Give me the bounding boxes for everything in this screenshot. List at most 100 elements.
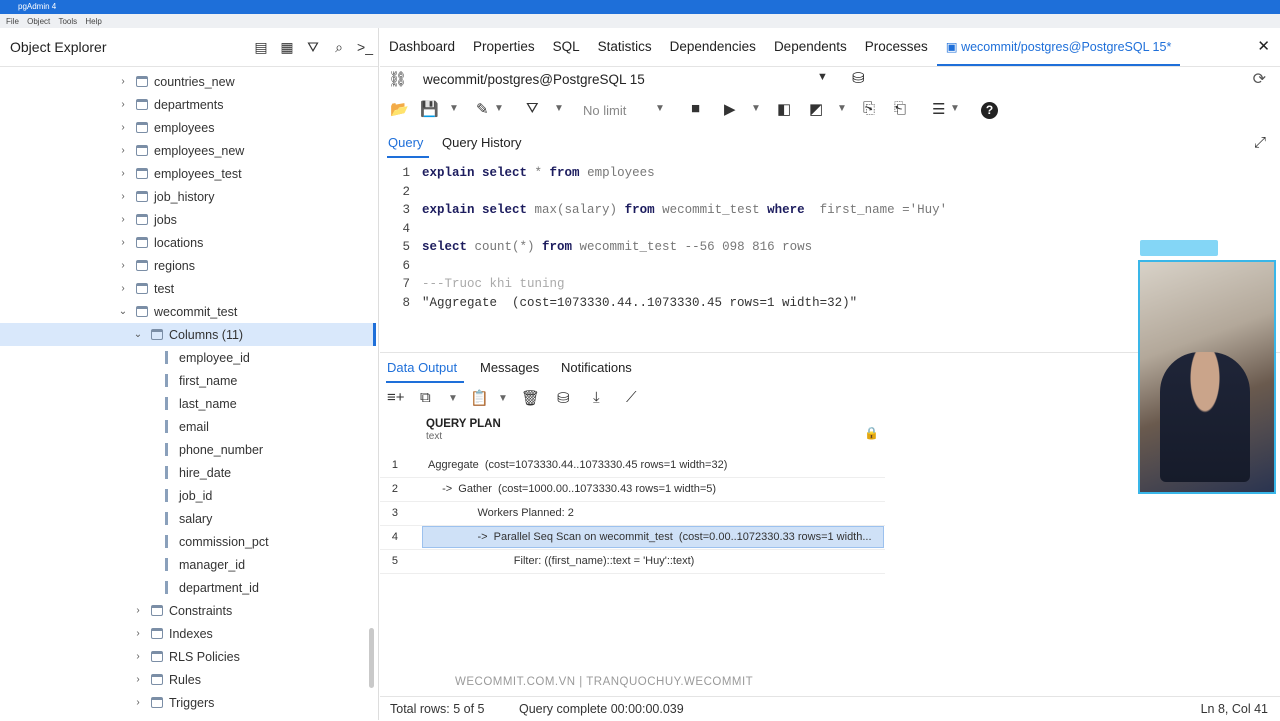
search-icon[interactable]: ⌕ [326,39,352,56]
tree-item[interactable]: › departments [0,93,376,116]
limit-chevron-icon[interactable]: ▼ [655,103,665,114]
commit-icon[interactable]: ⎘ [863,100,875,117]
table-row[interactable]: 2 -> Gather (cost=1000.00..1073330.43 ro… [380,477,885,502]
tree-item[interactable]: manager_id [0,553,376,576]
chevron-right-icon[interactable]: › [116,168,130,179]
add-row-icon[interactable]: ≡+ [387,389,405,406]
column-header[interactable]: QUERY PLAN text [426,418,501,442]
paste-icon[interactable]: 📋 [470,389,489,407]
tree-item[interactable]: department_id [0,576,376,599]
chevron-right-icon[interactable]: › [116,122,130,133]
tree-item[interactable]: › RLS Policies [0,645,376,668]
help-icon[interactable]: ? [981,102,998,119]
plan-cell[interactable]: -> Gather (cost=1000.00..1073330.43 rows… [436,483,716,495]
menu-object[interactable]: Object [27,17,50,26]
tree-item[interactable]: email [0,415,376,438]
chevron-right-icon[interactable]: › [116,191,130,202]
tree-item[interactable]: commission_pct [0,530,376,553]
tree-item[interactable]: › Rules [0,668,376,691]
chevron-down-icon[interactable]: ⌄ [116,306,130,317]
explain-options-chevron-icon[interactable]: ▼ [837,103,847,114]
paste-options-chevron-icon[interactable]: ▼ [498,393,508,404]
chevron-right-icon[interactable]: › [116,214,130,225]
tab-properties[interactable]: Properties [464,28,544,66]
tree-item[interactable]: › jobs [0,208,376,231]
tree-item[interactable]: last_name [0,392,376,415]
edit-icon[interactable]: ✎ [476,100,489,118]
chevron-right-icon[interactable]: › [116,260,130,271]
tree-item[interactable]: › regions [0,254,376,277]
menu-help[interactable]: Help [85,17,101,26]
chevron-right-icon[interactable]: › [131,651,145,662]
explorer-scrollbar[interactable] [369,628,374,688]
explain-icon[interactable]: ◧ [777,100,791,118]
tab-statistics[interactable]: Statistics [589,28,661,66]
tree-item[interactable]: › job_history [0,185,376,208]
tree-item[interactable]: phone_number [0,438,376,461]
tab-notifications[interactable]: Notifications [561,360,632,375]
tab-query-tool[interactable]: ▣ wecommit/postgres@PostgreSQL 15* [936,28,1181,66]
menu-tools[interactable]: Tools [58,17,77,26]
expand-icon[interactable]: ⤢ [1254,134,1266,151]
database-icon[interactable]: ⛁ [852,69,865,87]
edit-options-chevron-icon[interactable]: ▼ [494,103,504,114]
tree-item[interactable]: › locations [0,231,376,254]
connection-status-icon[interactable]: ⛓ [388,70,407,88]
tab-sql[interactable]: SQL [544,28,589,66]
table-row[interactable]: 5 Filter: ((first_name)::text = 'Huy'::t… [380,549,885,574]
chevron-right-icon[interactable]: › [116,76,130,87]
explain-analyze-icon[interactable]: ◩ [809,100,823,118]
tab-dependents[interactable]: Dependents [765,28,856,66]
table-row[interactable]: 1 Aggregate (cost=1073330.44..1073330.45 … [380,453,885,478]
plan-cell[interactable]: Filter: ((first_name)::text = 'Huy'::tex… [471,555,695,567]
tree-item[interactable]: › Constraints [0,599,376,622]
save-options-chevron-icon[interactable]: ▼ [449,103,459,114]
tab-messages[interactable]: Messages [480,360,539,375]
table-row[interactable]: 4 -> Parallel Seq Scan on wecommit_test … [380,525,885,550]
tree-item[interactable]: › Indexes [0,622,376,645]
chevron-right-icon[interactable]: › [116,283,130,294]
rollback-icon[interactable]: ⎗ [894,100,906,117]
tree-item[interactable]: › employees_test [0,162,376,185]
tab-data-output[interactable]: Data Output [387,360,457,375]
close-tab-icon[interactable]: ✕ [1257,37,1270,55]
sql-editor[interactable]: 1 explain select * from employees 2 3 ex… [380,160,1140,350]
macros-chevron-icon[interactable]: ▼ [950,103,960,114]
tree-item[interactable]: job_id [0,484,376,507]
filter-rows-icon[interactable]: ⛛ [300,39,326,56]
refresh-icon[interactable]: ⟳ [1253,69,1266,89]
chevron-right-icon[interactable]: › [116,145,130,156]
tree-item[interactable]: › employees_new [0,139,376,162]
chevron-down-icon[interactable]: ⌄ [131,329,145,340]
delete-icon[interactable]: 🗑 [521,389,540,407]
save-data-icon[interactable]: ⛁ [557,389,570,407]
chevron-down-icon[interactable]: ▼ [817,71,828,83]
grid-view-icon[interactable]: ▦ [274,39,300,56]
tree-item[interactable]: hire_date [0,461,376,484]
filter-options-chevron-icon[interactable]: ▼ [554,103,564,114]
tab-dependencies[interactable]: Dependencies [661,28,765,66]
chevron-right-icon[interactable]: › [131,605,145,616]
copy-icon[interactable]: ⧉ [420,389,431,406]
save-file-icon[interactable]: 💾 [420,100,439,118]
tree-item[interactable]: ⌄ wecommit_test [0,300,376,323]
plan-cell[interactable]: Aggregate (cost=1073330.44..1073330.45 r… [428,459,727,471]
tree-item[interactable]: › Triggers [0,691,376,714]
stop-icon[interactable]: ■ [691,100,700,117]
plan-cell[interactable]: -> Parallel Seq Scan on wecommit_test (c… [453,531,871,543]
plan-cell[interactable]: Workers Planned: 2 [453,507,573,519]
chevron-right-icon[interactable]: › [131,674,145,685]
download-icon[interactable]: ⤓ [593,389,600,406]
chevron-right-icon[interactable]: › [131,697,145,708]
chevron-right-icon[interactable]: › [116,99,130,110]
row-limit-select[interactable]: No limit [583,103,626,118]
tab-dashboard[interactable]: Dashboard [380,28,464,66]
tree-item[interactable]: › countries_new [0,70,376,93]
menu-file[interactable]: File [6,17,19,26]
tab-query-history[interactable]: Query History [442,135,521,150]
tree-item[interactable]: first_name [0,369,376,392]
tree-item[interactable]: salary [0,507,376,530]
copy-options-chevron-icon[interactable]: ▼ [448,393,458,404]
tree-item[interactable]: › test [0,277,376,300]
chevron-right-icon[interactable]: › [116,237,130,248]
